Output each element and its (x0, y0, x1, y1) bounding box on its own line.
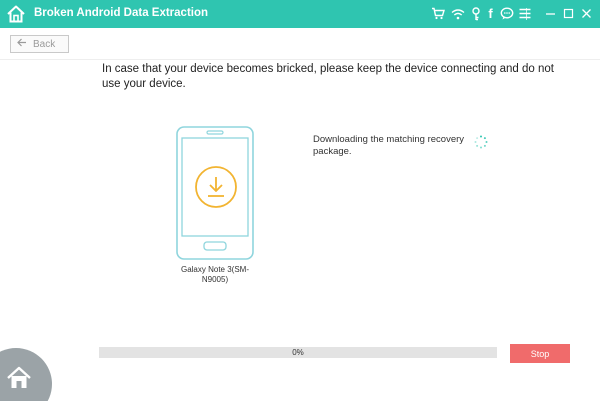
wifi-icon[interactable] (450, 6, 465, 21)
header-divider (0, 59, 600, 60)
progress-bar: 0% (99, 347, 497, 358)
status-text: Downloading the matching recovery packag… (313, 134, 465, 157)
home-logo-icon (7, 5, 25, 23)
app-title: Broken Android Data Extraction (34, 7, 209, 19)
home-icon (7, 366, 31, 388)
minimize-icon[interactable] (543, 6, 558, 21)
facebook-icon[interactable]: f (483, 6, 498, 21)
titlebar-separator (526, 8, 527, 20)
title-bar: Broken Android Data Extraction f (0, 0, 600, 28)
close-icon[interactable] (579, 6, 594, 21)
back-button[interactable]: Back (10, 35, 69, 53)
progress-label: 0% (292, 348, 304, 357)
stop-button[interactable]: Stop (510, 344, 570, 363)
cart-icon[interactable] (430, 6, 445, 21)
warning-message: In case that your device becomes bricked… (102, 63, 554, 90)
back-label: Back (33, 38, 56, 50)
download-icon (195, 166, 237, 208)
chat-icon[interactable] (499, 6, 514, 21)
loading-spinner-icon (474, 135, 488, 149)
arrow-left-icon (17, 38, 27, 50)
key-icon[interactable] (468, 6, 483, 21)
menu-icon[interactable] (517, 6, 532, 21)
home-button[interactable] (0, 348, 52, 401)
maximize-icon[interactable] (561, 6, 576, 21)
device-name: Galaxy Note 3(SM-N9005) (180, 265, 250, 284)
